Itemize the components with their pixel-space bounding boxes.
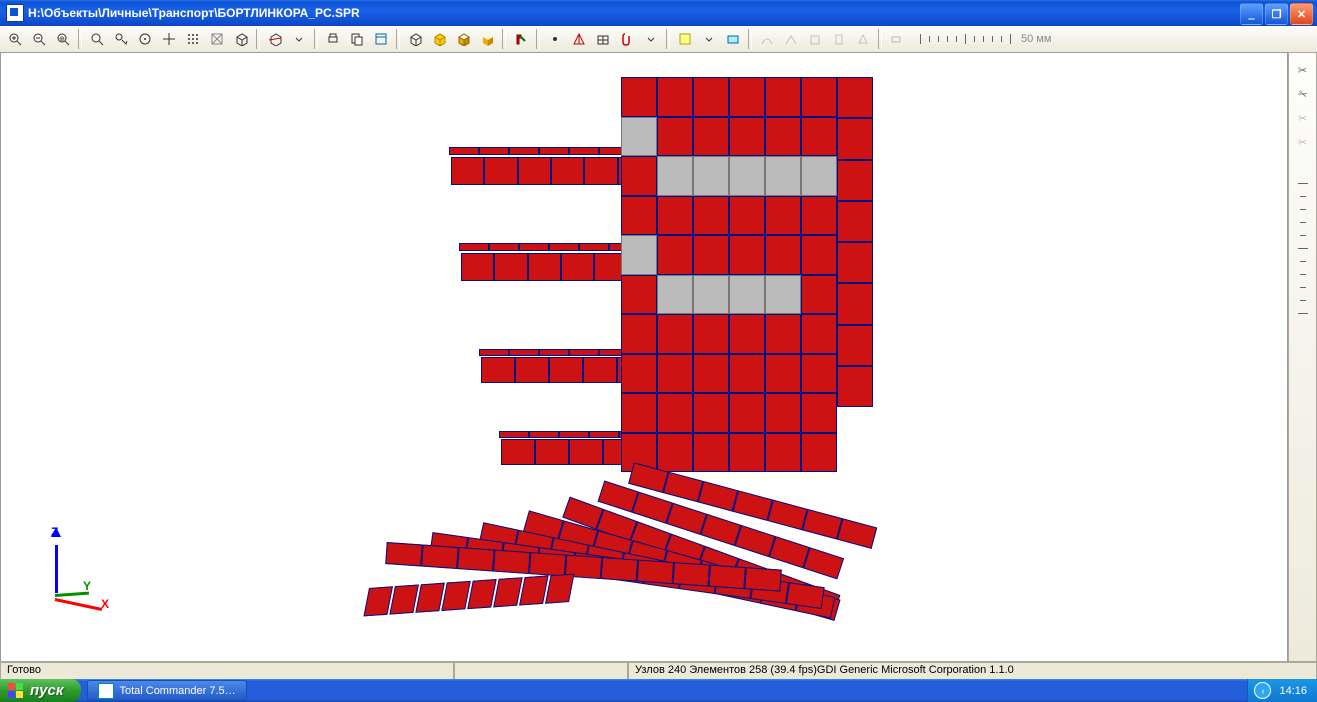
app-icon xyxy=(6,4,24,22)
tb-sep xyxy=(78,29,82,49)
window-title: H:\Объекты\Личные\Транспорт\БОРТЛИНКОРА_… xyxy=(28,6,360,20)
pyramid-icon[interactable] xyxy=(568,28,590,50)
tool-hammer-icon[interactable] xyxy=(510,28,532,50)
taskbar-item[interactable]: Total Commander 7.5… xyxy=(87,680,246,701)
tb-sep xyxy=(878,29,882,49)
note-yellow-icon[interactable] xyxy=(674,28,696,50)
shape5-icon[interactable] xyxy=(852,28,874,50)
dropdown-icon[interactable] xyxy=(640,28,662,50)
label-icon[interactable] xyxy=(722,28,744,50)
windows-logo-icon xyxy=(8,683,24,699)
start-button[interactable]: пуск xyxy=(0,679,81,702)
ruler-horizontal xyxy=(916,32,1015,46)
zoom-window-icon[interactable] xyxy=(86,28,108,50)
tray-expand-icon[interactable]: ‹ xyxy=(1254,682,1271,699)
status-left: Готово xyxy=(0,662,454,680)
zoom-in-icon[interactable] xyxy=(4,28,26,50)
tb-sep xyxy=(502,29,506,49)
zoom-out-icon[interactable] xyxy=(28,28,50,50)
cube-wire-icon[interactable] xyxy=(230,28,252,50)
start-label: пуск xyxy=(30,682,63,699)
ruler-vertical xyxy=(1298,183,1308,314)
taskbar-item-label: Total Commander 7.5… xyxy=(119,685,235,697)
rotate-icon[interactable] xyxy=(134,28,156,50)
scissors-alt-icon[interactable]: ✂ xyxy=(1291,82,1314,105)
axis-triad: Z Y X xyxy=(41,531,121,611)
scissors-h-icon: ✂ xyxy=(1294,109,1312,127)
dropdown-icon[interactable] xyxy=(288,28,310,50)
taskbar: пуск Total Commander 7.5… ‹ 14:16 xyxy=(0,679,1317,702)
maximize-button[interactable]: ❐ xyxy=(1265,3,1288,25)
3d-viewport[interactable]: Z Y X xyxy=(0,52,1288,662)
grid-points-icon[interactable] xyxy=(182,28,204,50)
print-icon[interactable] xyxy=(322,28,344,50)
cube-shade1-icon[interactable] xyxy=(452,28,474,50)
ruler-unit-label: 50 мм xyxy=(1021,33,1051,45)
main-toolbar: ⊕ 50 мм xyxy=(0,26,1317,53)
model-hull xyxy=(371,77,921,647)
titlebar: H:\Объекты\Личные\Транспорт\БОРТЛИНКОРА_… xyxy=(0,0,1317,26)
pan-icon[interactable] xyxy=(158,28,180,50)
tb-sep xyxy=(748,29,752,49)
zoom-region-icon[interactable] xyxy=(110,28,132,50)
cube-yellow-icon[interactable] xyxy=(428,28,450,50)
tb-sep xyxy=(314,29,318,49)
cube-shade2-icon[interactable] xyxy=(476,28,498,50)
status-right: Узлов 240 Элементов 258 (39.4 fps)GDI Ge… xyxy=(628,662,1317,680)
svg-text:⊕: ⊕ xyxy=(59,36,65,43)
shape3-icon[interactable] xyxy=(804,28,826,50)
tray-clock: 14:16 xyxy=(1279,685,1307,697)
tb-sep xyxy=(396,29,400,49)
system-tray: ‹ 14:16 xyxy=(1247,679,1317,702)
cut-plane-icon[interactable] xyxy=(264,28,286,50)
shape4-icon[interactable] xyxy=(828,28,850,50)
status-bar: Готово Узлов 240 Элементов 258 (39.4 fps… xyxy=(0,661,1317,679)
wireframe-icon[interactable] xyxy=(206,28,228,50)
clip-icon[interactable] xyxy=(616,28,638,50)
close-button[interactable]: ✕ xyxy=(1290,3,1313,25)
shape1-icon[interactable] xyxy=(756,28,778,50)
tb-sep xyxy=(666,29,670,49)
status-mid xyxy=(454,662,628,680)
point-icon[interactable] xyxy=(544,28,566,50)
tag-icon[interactable] xyxy=(886,28,908,50)
sheet-icon[interactable] xyxy=(592,28,614,50)
shape2-icon[interactable] xyxy=(780,28,802,50)
tb-sep xyxy=(256,29,260,49)
copy-icon[interactable] xyxy=(346,28,368,50)
tb-sep xyxy=(536,29,540,49)
content-area: Z Y X ✂ ✂ ✂ ✂ xyxy=(0,52,1317,662)
minimize-button[interactable]: ‗ xyxy=(1240,3,1263,25)
axis-y-label: Y xyxy=(83,579,91,593)
window-buttons: ‗ ❐ ✕ xyxy=(1240,3,1313,25)
view-iso-icon[interactable] xyxy=(404,28,426,50)
zoom-fit-icon[interactable]: ⊕ xyxy=(52,28,74,50)
scissors-v-icon: ✂ xyxy=(1294,133,1312,151)
dropdown-icon[interactable] xyxy=(698,28,720,50)
axis-x-label: X xyxy=(101,597,109,611)
taskbar-item-icon xyxy=(98,683,114,699)
calc-icon[interactable] xyxy=(370,28,392,50)
scissors-icon[interactable]: ✂ xyxy=(1294,61,1312,79)
axis-z-label: Z xyxy=(51,525,58,539)
side-toolbar: ✂ ✂ ✂ ✂ xyxy=(1288,52,1317,662)
